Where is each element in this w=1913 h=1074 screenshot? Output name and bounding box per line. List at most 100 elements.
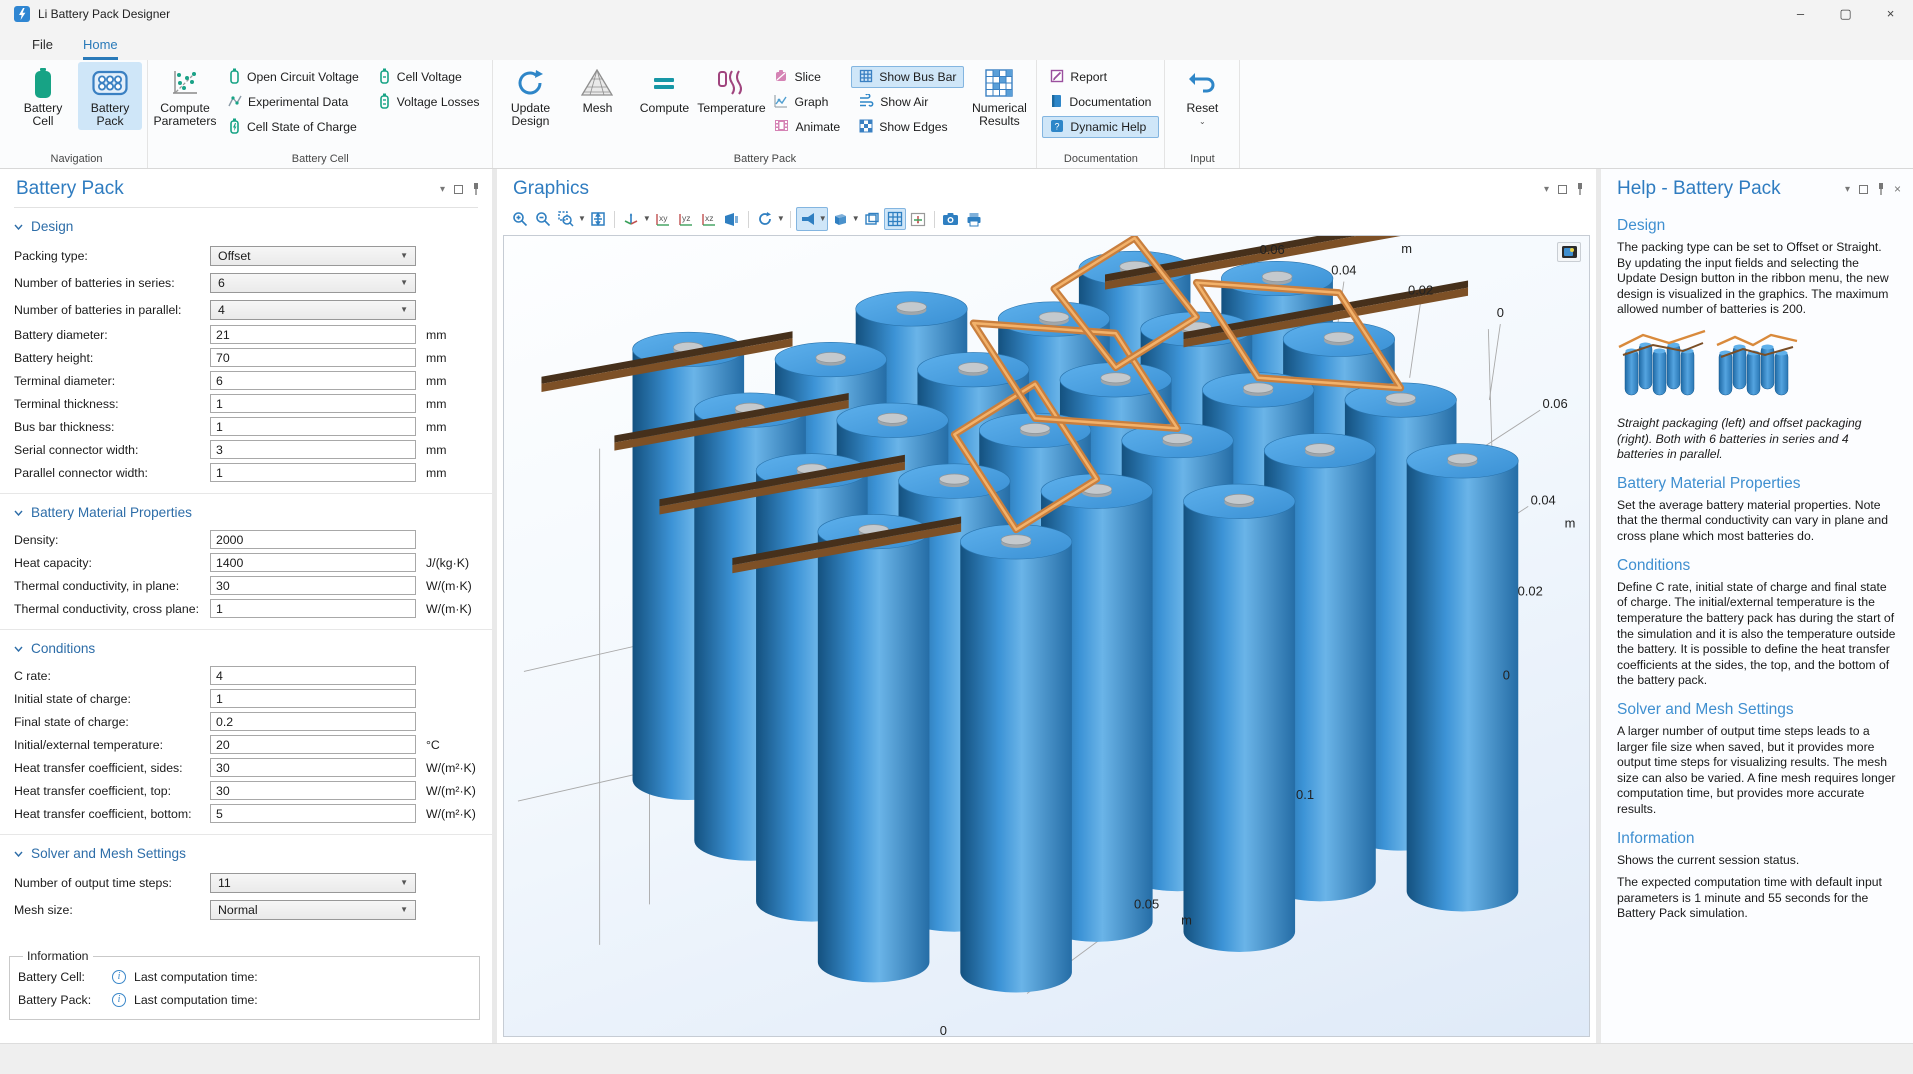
show-air-button[interactable]: Show Air — [851, 91, 964, 113]
mesh-button[interactable]: Mesh — [565, 62, 629, 117]
view-xz-plane-icon[interactable]: xz — [698, 208, 720, 230]
section-conditions[interactable]: Conditions — [0, 630, 492, 664]
open-circuit-voltage-button[interactable]: Open Circuit Voltage — [220, 66, 367, 88]
graphics-canvas[interactable]: 0.060.040.020m0.060.040.020m0.10.050m — [503, 235, 1590, 1037]
chevron-down-icon[interactable]: ▼ — [777, 215, 785, 223]
section-battery-material-properties[interactable]: Battery Material Properties — [0, 494, 492, 528]
voltage-losses-button[interactable]: Voltage Losses — [370, 91, 488, 113]
view-frame-icon[interactable] — [861, 208, 883, 230]
battery-cell-button[interactable]: Battery Cell — [11, 62, 75, 130]
zoom-in-icon[interactable] — [509, 208, 531, 230]
close-icon[interactable]: × — [1894, 182, 1901, 196]
bus-bar-thickness-input[interactable]: 1 — [210, 417, 416, 436]
slice-button[interactable]: Slice — [766, 66, 848, 88]
density-input[interactable]: 2000 — [210, 530, 416, 549]
plot-window-icon[interactable] — [1557, 242, 1581, 262]
view-yz-plane-icon[interactable]: yz — [675, 208, 697, 230]
section-solver-mesh[interactable]: Solver and Mesh Settings — [0, 835, 492, 869]
serial-connector-width-input[interactable]: 3 — [210, 440, 416, 459]
show-bus-bar-button[interactable]: Show Bus Bar — [851, 66, 964, 88]
battery-height-input[interactable]: 70 — [210, 348, 416, 367]
chevron-down-icon[interactable]: ▼ — [852, 215, 860, 223]
heat-transfer-bottom-input[interactable]: 5 — [210, 804, 416, 823]
initial-state-of-charge-input[interactable]: 1 — [210, 689, 416, 708]
battery-diameter-input[interactable]: 21 — [210, 325, 416, 344]
batteries-in-parallel-select[interactable]: 4▼ — [210, 300, 416, 320]
section-design[interactable]: Design — [0, 208, 492, 242]
chevron-down-icon[interactable]: ▾ — [440, 184, 445, 195]
chevron-down-icon[interactable]: ▼ — [643, 215, 651, 223]
view-axis-icon[interactable] — [907, 208, 929, 230]
help-heading-material: Battery Material Properties — [1617, 475, 1898, 493]
compute-button[interactable]: Compute — [632, 62, 696, 117]
chevron-down-icon[interactable]: ▼ — [578, 215, 586, 223]
environment-icon[interactable] — [829, 208, 851, 230]
view-xy-plane-icon[interactable]: xy — [652, 208, 674, 230]
heat-capacity-input[interactable]: 1400 — [210, 553, 416, 572]
tab-file[interactable]: File — [32, 37, 53, 60]
close-button[interactable]: × — [1868, 0, 1913, 27]
battery-pack-button[interactable]: Battery Pack — [78, 62, 142, 130]
settings-panel: Battery Pack ▾ Design Packing type:Offse… — [0, 169, 492, 1043]
zoom-extents-icon[interactable] — [587, 208, 609, 230]
pin-icon[interactable] — [1576, 183, 1584, 195]
experimental-data-button[interactable]: Experimental Data — [220, 91, 367, 113]
documentation-button[interactable]: Documentation — [1042, 91, 1159, 113]
terminal-thickness-input[interactable]: 1 — [210, 394, 416, 413]
float-panel-icon[interactable] — [1859, 185, 1868, 194]
cell-state-of-charge-button[interactable]: Cell State of Charge — [220, 116, 367, 138]
compute-parameters-button[interactable]: Compute Parameters — [153, 62, 217, 130]
chevron-down-icon[interactable]: ▾ — [1845, 184, 1850, 195]
c-rate-input[interactable]: 4 — [210, 666, 416, 685]
zoom-out-icon[interactable] — [532, 208, 554, 230]
pin-icon[interactable] — [472, 183, 480, 195]
dynamic-help-button[interactable]: ? Dynamic Help — [1042, 116, 1159, 138]
report-button[interactable]: Report — [1042, 66, 1159, 88]
numerical-results-button[interactable]: Numerical Results — [967, 62, 1031, 130]
info-row-battery-cell: Battery Cell: i Last computation time: — [18, 965, 471, 988]
orthographic-projection-icon[interactable] — [721, 208, 743, 230]
reset-button[interactable]: Reset ⌄ — [1170, 62, 1234, 128]
tab-home[interactable]: Home — [83, 37, 118, 60]
update-design-icon — [515, 67, 545, 99]
print-icon[interactable] — [963, 208, 985, 230]
scene-light-icon[interactable] — [797, 208, 819, 230]
parallel-connector-width-input[interactable]: 1 — [210, 463, 416, 482]
terminal-diameter-input[interactable]: 6 — [210, 371, 416, 390]
update-design-button[interactable]: Update Design — [498, 62, 562, 130]
graph-button[interactable]: Graph — [766, 91, 848, 113]
zoom-box-icon[interactable] — [555, 208, 577, 230]
field-thermal-conductivity-in-plane: Thermal conductivity, in plane:30W/(m·K) — [0, 574, 492, 597]
temperature-button[interactable]: Temperature — [699, 62, 763, 117]
thermal-conductivity-cross-plane-input[interactable]: 1 — [210, 599, 416, 618]
go-to-default-view-icon[interactable] — [620, 208, 642, 230]
animate-button[interactable]: Animate — [766, 116, 848, 138]
ribbon: Battery Cell Battery Pack Navigation Com… — [0, 60, 1913, 169]
final-state-of-charge-input[interactable]: 0.2 — [210, 712, 416, 731]
show-edges-button[interactable]: Show Edges — [851, 116, 964, 138]
heat-transfer-sides-input[interactable]: 30 — [210, 758, 416, 777]
field-density: Density:2000 — [0, 528, 492, 551]
float-panel-icon[interactable] — [454, 185, 463, 194]
maximize-button[interactable]: ▢ — [1823, 0, 1868, 27]
output-time-steps-select[interactable]: 11▼ — [210, 873, 416, 893]
chevron-down-icon: ▼ — [400, 252, 408, 260]
chevron-down-icon[interactable]: ▾ — [1544, 184, 1549, 195]
svg-text:0.04: 0.04 — [1331, 262, 1356, 277]
chevron-down-icon[interactable]: ▼ — [819, 215, 827, 223]
batteries-in-series-select[interactable]: 6▼ — [210, 273, 416, 293]
show-grid-icon[interactable] — [884, 208, 906, 230]
thermal-conductivity-in-plane-input[interactable]: 30 — [210, 576, 416, 595]
float-panel-icon[interactable] — [1558, 185, 1567, 194]
packing-type-select[interactable]: Offset▼ — [210, 246, 416, 266]
pin-icon[interactable] — [1877, 183, 1885, 195]
cell-voltage-button[interactable]: Cell Voltage — [370, 66, 488, 88]
image-snapshot-icon[interactable] — [940, 208, 962, 230]
mesh-size-select[interactable]: Normal▼ — [210, 900, 416, 920]
initial-external-temperature-input[interactable]: 20 — [210, 735, 416, 754]
heat-transfer-top-input[interactable]: 30 — [210, 781, 416, 800]
battery-pack-3d-view[interactable]: 0.060.040.020m0.060.040.020m0.10.050m — [504, 236, 1589, 1036]
minimize-button[interactable]: – — [1778, 0, 1823, 27]
rotate-icon[interactable] — [754, 208, 776, 230]
help-panel: Help - Battery Pack ▾ × Design The packi… — [1601, 169, 1913, 1043]
